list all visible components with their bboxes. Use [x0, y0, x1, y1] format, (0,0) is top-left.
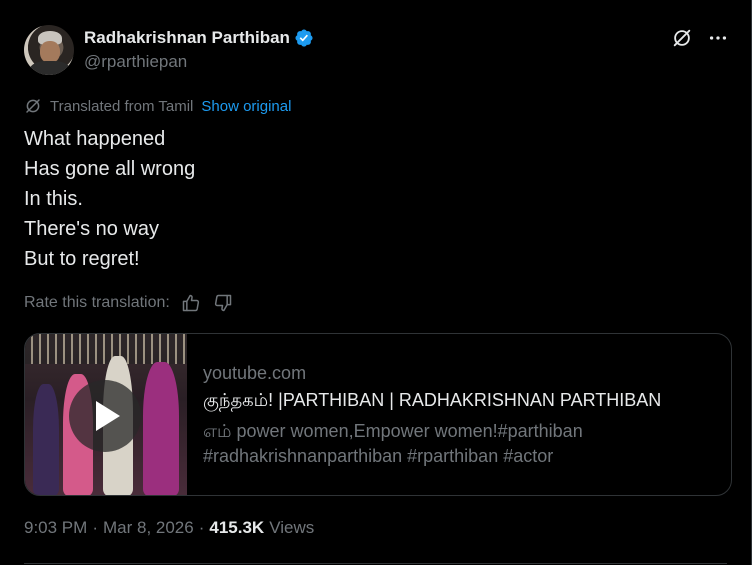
author-name-row[interactable]: Radhakrishnan Parthiban: [84, 28, 314, 48]
tweet-detail: Radhakrishnan Parthiban @rparthiepan Tra…: [0, 0, 752, 565]
translation-note: Translated from Tamil Show original: [24, 97, 291, 115]
tweet-line: Has gone all wrong: [24, 158, 196, 180]
card-description: எம் power women,Empower women!#parthiban…: [203, 421, 583, 466]
link-card-body[interactable]: youtube.com குந்தகம்! |PARTHIBAN | RADHA…: [203, 363, 723, 469]
verified-badge-icon: [295, 29, 313, 47]
meta-separator: ·: [198, 518, 205, 537]
translate-icon: [26, 99, 40, 113]
tweet-time[interactable]: 9:03 PM: [24, 518, 87, 538]
translated-from-label: Translated from Tamil: [50, 97, 194, 115]
card-domain: youtube.com: [203, 363, 307, 383]
tweet-line: But to regret!: [24, 248, 140, 270]
play-icon[interactable]: [69, 380, 141, 452]
divider: [24, 563, 727, 564]
tweet-date[interactable]: Mar 8, 2026: [103, 518, 194, 538]
rate-translation-label: Rate this translation:: [24, 294, 170, 311]
grok-icon[interactable]: [671, 27, 693, 49]
show-original-link[interactable]: Show original: [201, 98, 291, 115]
author-handle[interactable]: @rparthiepan: [84, 52, 187, 72]
thumbs-up-icon[interactable]: [180, 292, 202, 314]
author-display-name[interactable]: Radhakrishnan Parthiban: [84, 28, 290, 48]
card-title: குந்தகம்! |PARTHIBAN | RADHAKRISHNAN PAR…: [203, 390, 662, 410]
rate-translation: Rate this translation:: [24, 292, 234, 314]
views-label: Views: [269, 518, 315, 537]
tweet-line: There's no way: [24, 218, 159, 240]
video-thumbnail[interactable]: [25, 334, 187, 495]
meta-separator: ·: [92, 518, 98, 537]
more-icon[interactable]: [707, 27, 729, 49]
tweet-line: What happened: [24, 128, 166, 150]
tweet-header-actions: [671, 27, 729, 49]
tweet-text: What happened Has gone all wrong In this…: [24, 124, 195, 274]
thumbs-down-icon[interactable]: [212, 292, 234, 314]
tweet-meta: 9:03 PM · Mar 8, 2026 · 415.3K Views: [24, 518, 314, 538]
link-card[interactable]: youtube.com குந்தகம்! |PARTHIBAN | RADHA…: [24, 333, 732, 496]
tweet-line: In this.: [24, 188, 83, 210]
views-count: 415.3K: [209, 518, 265, 537]
avatar[interactable]: [24, 25, 74, 75]
